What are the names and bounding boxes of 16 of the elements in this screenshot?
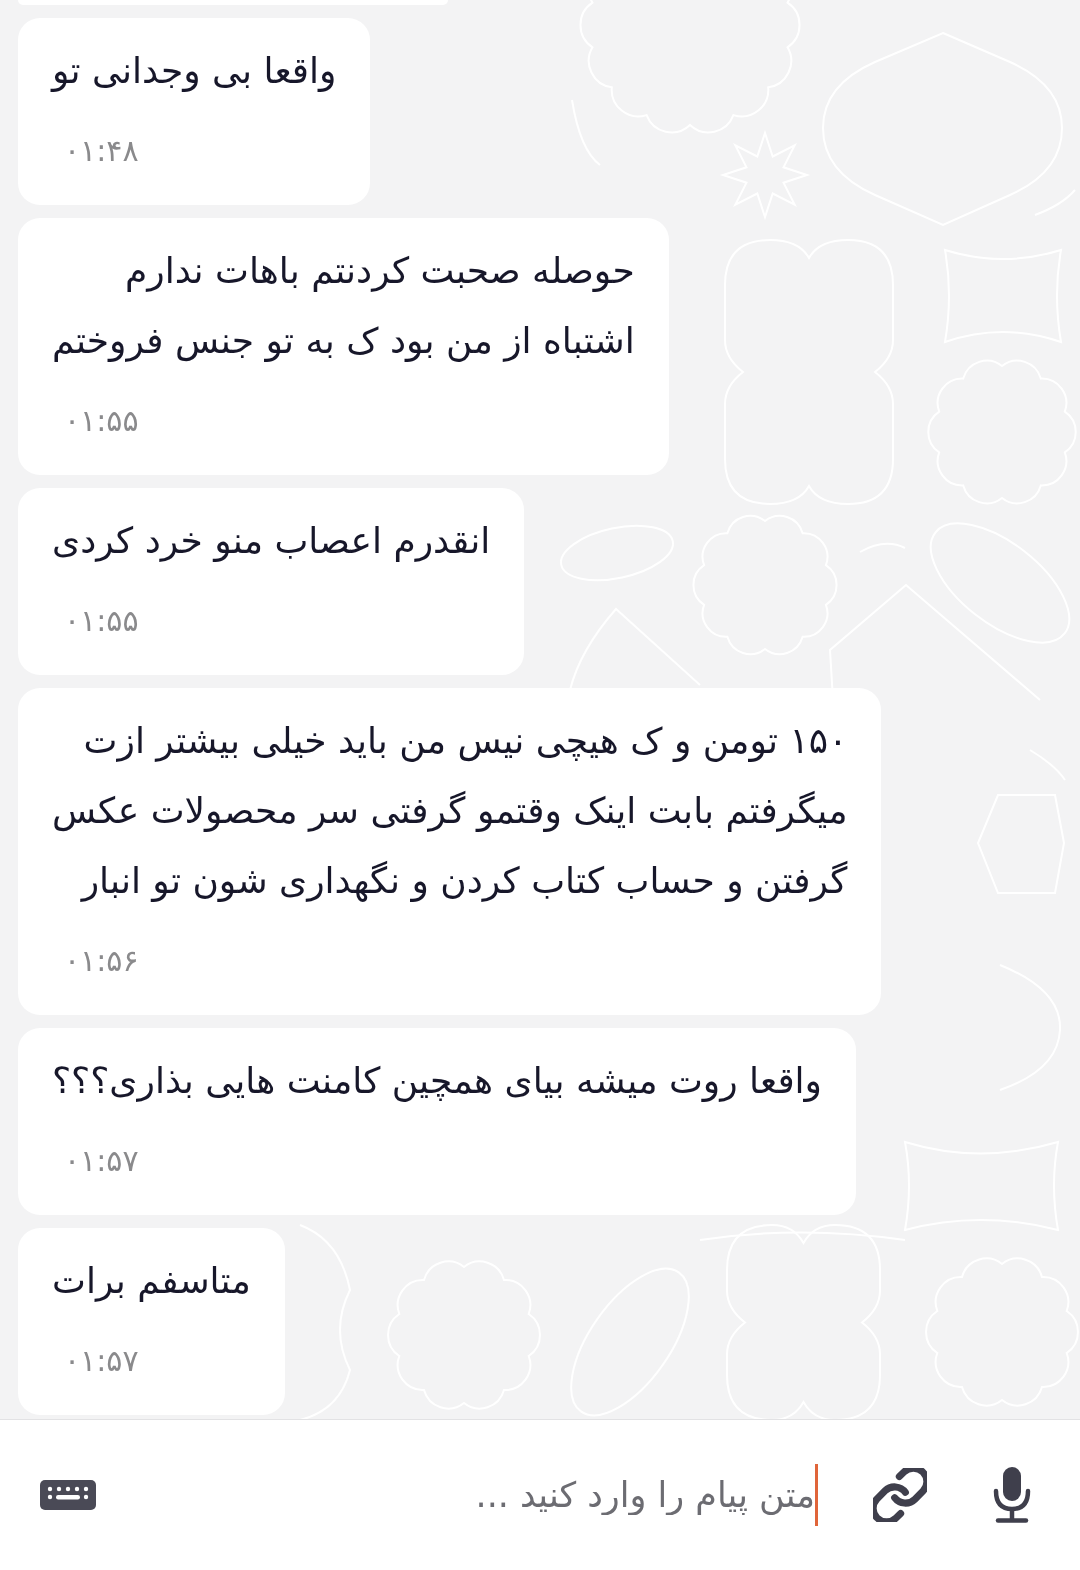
message-time: ۰۱:۵۵ — [64, 602, 139, 640]
message-text: واقعا بی وجدانی تو — [52, 49, 337, 94]
link-icon[interactable] — [873, 1468, 927, 1522]
message-time: ۰۱:۴۸ — [64, 132, 139, 170]
message-text: واقعا روت میشه بیای همچین کامنت هایی بذاری؟؟؟ — [52, 1059, 822, 1104]
message-time: ۰۱:۵۷ — [64, 1142, 139, 1180]
message-text: ۱۵۰ تومن و ک هیچی نیس من باید خیلی بیشتر ازت میگرفتم بابت اینک وقتمو گرفتی سر محصولات عکس گرفتن و حساب کتاب کردن و نگهداری شون تو انبار — [52, 719, 848, 904]
microphone-icon[interactable] — [993, 1467, 1031, 1523]
message-input[interactable]: متن پیام را وارد کنید ... — [136, 1468, 815, 1522]
message-time: ۰۱:۵۵ — [64, 402, 139, 440]
message-time: ۰۱:۵۷ — [64, 1342, 139, 1380]
message-text: انقدرم اعصاب منو خرد کردی — [52, 519, 491, 564]
keyboard-icon[interactable] — [40, 1480, 96, 1510]
message-time: ۰۱:۵۶ — [64, 942, 139, 980]
message-text: حوصله صحبت کردنتم باهات ندارم اشتباه از من بود ک به تو جنس فروختم — [52, 249, 635, 364]
message-text: متاسفم برات — [52, 1259, 251, 1304]
